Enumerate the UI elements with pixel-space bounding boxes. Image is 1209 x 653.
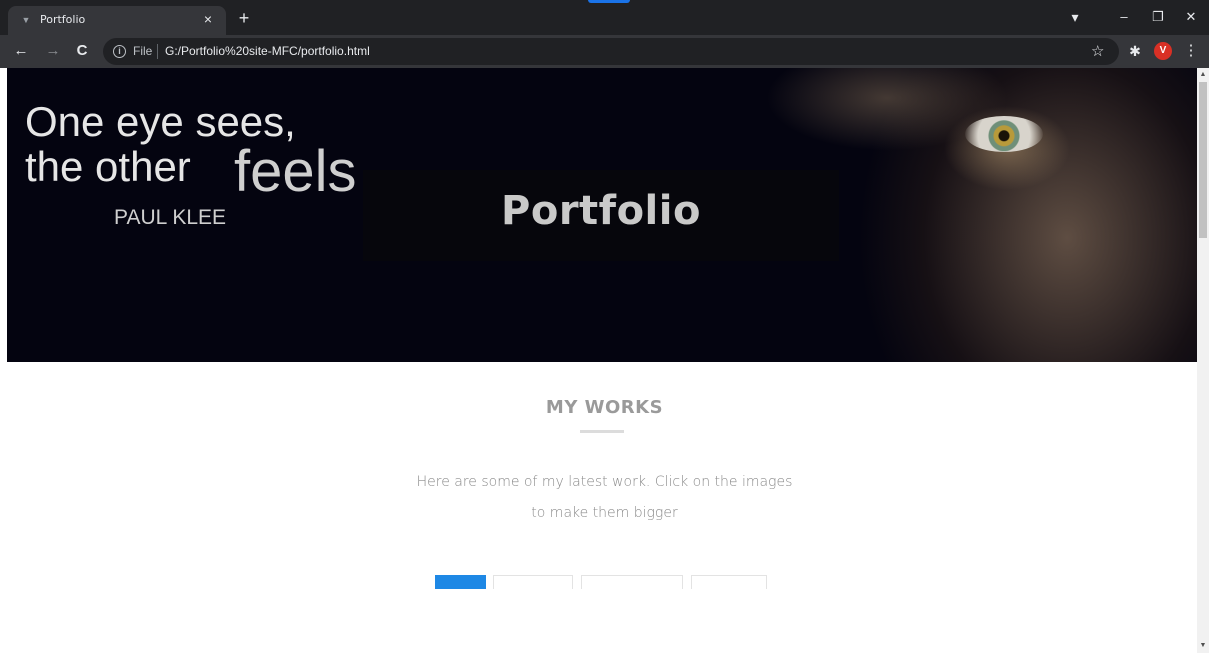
minimize-button[interactable]: – <box>1113 6 1135 28</box>
title-underline <box>580 430 624 433</box>
site-security-label: File <box>133 44 153 58</box>
close-window-button[interactable]: ✕ <box>1180 6 1202 28</box>
favicon-icon: ▼ <box>21 15 31 25</box>
filter-button-active[interactable] <box>435 575 486 589</box>
new-tab-button[interactable]: + <box>234 8 254 28</box>
tab-title: Portfolio <box>40 13 86 26</box>
page-title: Portfolio <box>501 188 701 234</box>
forward-button[interactable]: → <box>42 40 64 62</box>
address-separator <box>157 44 158 59</box>
quote-line-2: the other <box>25 143 191 190</box>
address-bar[interactable]: i File G:/Portfolio%20site-MFC/portfolio… <box>103 38 1119 65</box>
filter-button[interactable] <box>581 575 683 589</box>
works-description-line-2: to make them bigger <box>531 505 678 521</box>
search-tabs-icon[interactable]: ▾ <box>1064 6 1086 28</box>
page-scrollbar[interactable]: ▲ ▼ <box>1197 68 1209 653</box>
top-indicator <box>588 0 630 3</box>
url-text[interactable]: G:/Portfolio%20site-MFC/portfolio.html <box>165 44 370 58</box>
quote-author: PAUL KLEE <box>114 206 227 229</box>
page-viewport: One eye sees, the other feels PAUL KLEE … <box>0 68 1197 653</box>
tab-portfolio[interactable]: ▼ Portfolio × <box>8 6 226 35</box>
filter-button[interactable] <box>493 575 573 589</box>
works-description-line-1: Here are some of my latest work. Click o… <box>416 474 793 490</box>
works-section-title: MY WORKS <box>545 397 664 418</box>
restore-button[interactable]: ❐ <box>1147 6 1169 28</box>
extensions-icon[interactable]: ✱ <box>1124 40 1146 62</box>
info-icon[interactable]: i <box>113 45 126 58</box>
quote-line-2-emphasis: feels <box>234 139 357 204</box>
tab-strip: ▼ Portfolio × + ▾ – ❐ ✕ <box>0 0 1209 35</box>
hero-banner: One eye sees, the other feels PAUL KLEE … <box>7 68 1197 362</box>
browser-menu-icon[interactable]: ⋮ <box>1183 40 1199 62</box>
reload-button[interactable]: C <box>71 40 93 62</box>
profile-avatar[interactable]: V <box>1154 42 1172 60</box>
filter-button[interactable] <box>691 575 767 589</box>
hero-portrait-hair <box>707 68 1007 178</box>
scroll-thumb[interactable] <box>1199 82 1207 238</box>
hero-title-box: Portfolio <box>363 170 839 261</box>
hero-portrait-eye <box>965 116 1043 152</box>
scroll-down-icon[interactable]: ▼ <box>1197 640 1209 652</box>
close-tab-icon[interactable]: × <box>198 9 218 29</box>
bookmark-star-icon[interactable]: ☆ <box>1091 42 1104 60</box>
back-button[interactable]: ← <box>10 40 32 62</box>
browser-toolbar: ← → C i File G:/Portfolio%20site-MFC/por… <box>0 35 1209 68</box>
scroll-up-icon[interactable]: ▲ <box>1197 69 1209 81</box>
